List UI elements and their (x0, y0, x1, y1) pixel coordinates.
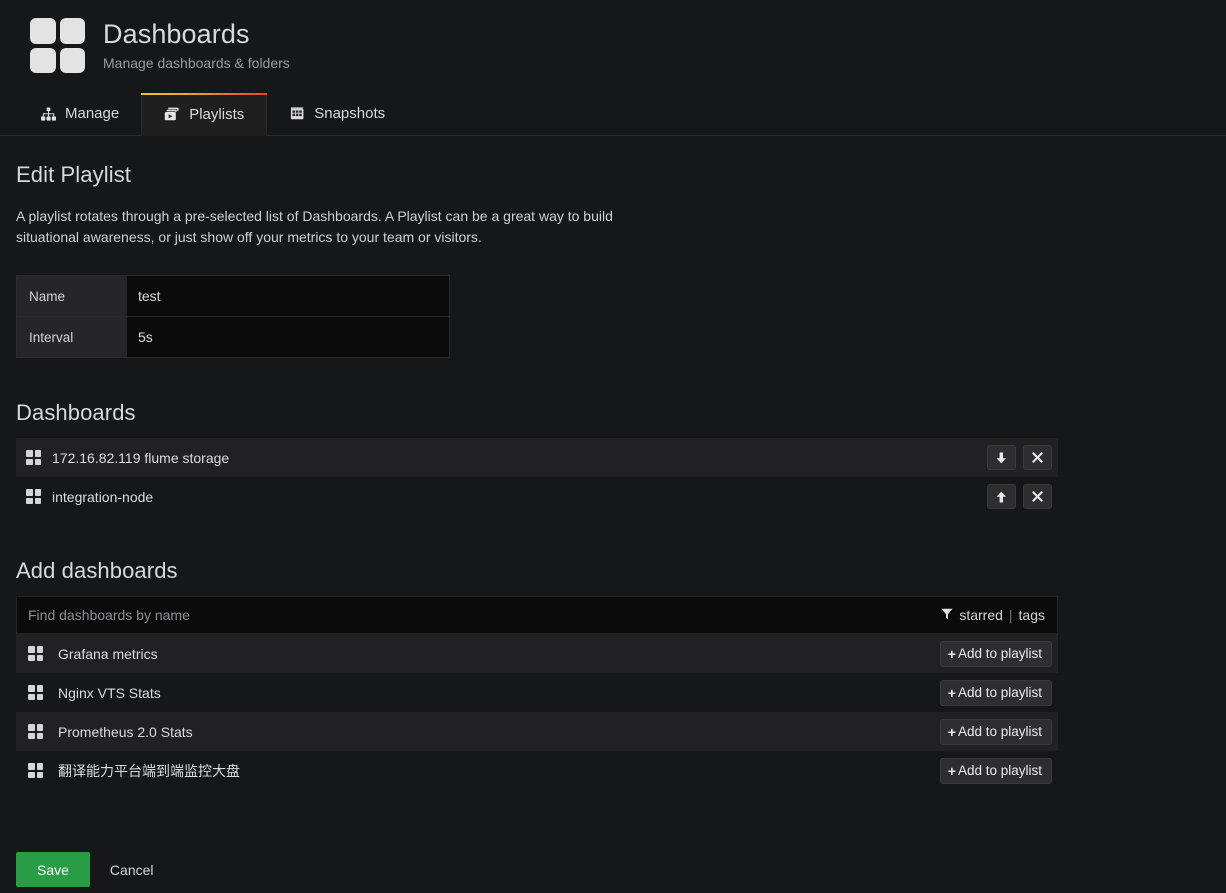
main-content: Edit Playlist A playlist rotates through… (0, 136, 1226, 893)
table-row: 172.16.82.119 flume storage (16, 438, 1058, 477)
list-item[interactable]: Grafana metrics + Add to playlist (16, 634, 1058, 673)
add-to-playlist-button[interactable]: + Add to playlist (940, 680, 1052, 706)
tab-manage[interactable]: Manage (18, 92, 141, 135)
cancel-button[interactable]: Cancel (104, 852, 160, 887)
playlist-item-label: 172.16.82.119 flume storage (52, 450, 987, 466)
tab-playlists-label: Playlists (189, 106, 244, 123)
grid-2x2-icon (26, 450, 41, 465)
row-actions (987, 445, 1052, 470)
sitemap-icon (40, 106, 56, 122)
tab-bar: Manage Playlists (0, 92, 1226, 136)
playlist-dashboard-list: 172.16.82.119 flume storage integration-… (16, 438, 1058, 516)
result-label: Nginx VTS Stats (58, 685, 940, 701)
row-actions (987, 484, 1052, 509)
page-subtitle: Manage dashboards & folders (103, 55, 290, 71)
grid-2x2-icon (28, 763, 43, 778)
list-item[interactable]: 翻译能力平台端到端监控大盘 + Add to playlist (16, 751, 1058, 790)
dashboard-search-results: Grafana metrics + Add to playlist Nginx … (16, 634, 1058, 790)
add-to-playlist-label: Add to playlist (958, 685, 1042, 700)
plus-icon: + (948, 686, 956, 700)
camera-icon (289, 106, 305, 122)
tab-snapshots-label: Snapshots (314, 105, 385, 122)
edit-playlist-heading: Edit Playlist (16, 162, 1196, 188)
plus-icon: + (948, 725, 956, 739)
search-input[interactable] (28, 597, 941, 633)
close-icon[interactable] (1023, 445, 1052, 470)
table-row: integration-node (16, 477, 1058, 516)
filter-separator: | (1009, 607, 1013, 623)
playlist-icon (164, 106, 180, 122)
grid-2x2-icon (28, 685, 43, 700)
page-title: Dashboards (103, 18, 290, 52)
grid-2x2-icon (30, 18, 85, 73)
close-icon[interactable] (1023, 484, 1052, 509)
filter-icon (941, 607, 953, 623)
plus-icon: + (948, 764, 956, 778)
add-to-playlist-label: Add to playlist (958, 763, 1042, 778)
header-title-block: Dashboards Manage dashboards & folders (103, 14, 290, 71)
add-to-playlist-button[interactable]: + Add to playlist (940, 758, 1052, 784)
dashboard-search-bar: starred | tags (16, 596, 1058, 634)
form-row-interval: Interval (16, 316, 450, 358)
list-item[interactable]: Prometheus 2.0 Stats + Add to playlist (16, 712, 1058, 751)
filter-starred-link[interactable]: starred (959, 607, 1003, 623)
tab-snapshots[interactable]: Snapshots (267, 92, 407, 135)
dashboards-heading: Dashboards (16, 400, 1196, 426)
add-to-playlist-label: Add to playlist (958, 646, 1042, 661)
name-input[interactable] (127, 276, 449, 316)
filter-tags-link[interactable]: tags (1019, 607, 1045, 623)
add-to-playlist-button[interactable]: + Add to playlist (940, 719, 1052, 745)
search-filters: starred | tags (941, 607, 1045, 623)
arrow-down-icon[interactable] (987, 445, 1016, 470)
name-label: Name (17, 276, 127, 316)
page-header: Dashboards Manage dashboards & folders (0, 0, 1226, 73)
form-row-name: Name (16, 275, 450, 316)
result-label: Grafana metrics (58, 646, 940, 662)
tab-manage-label: Manage (65, 105, 119, 122)
add-to-playlist-button[interactable]: + Add to playlist (940, 641, 1052, 667)
add-to-playlist-label: Add to playlist (958, 724, 1042, 739)
save-button[interactable]: Save (16, 852, 90, 887)
result-label: Prometheus 2.0 Stats (58, 724, 940, 740)
footer-actions: Save Cancel (16, 852, 1196, 893)
grid-2x2-icon (26, 489, 41, 504)
grid-2x2-icon (28, 646, 43, 661)
grid-2x2-icon (28, 724, 43, 739)
arrow-up-icon[interactable] (987, 484, 1016, 509)
add-dashboards-heading: Add dashboards (16, 558, 1196, 584)
interval-input[interactable] (127, 317, 449, 357)
edit-playlist-description: A playlist rotates through a pre-selecte… (16, 206, 656, 248)
interval-label: Interval (17, 317, 127, 357)
tab-playlists[interactable]: Playlists (141, 93, 267, 136)
plus-icon: + (948, 647, 956, 661)
result-label: 翻译能力平台端到端监控大盘 (58, 761, 940, 781)
playlist-item-label: integration-node (52, 489, 987, 505)
playlist-form: Name Interval (16, 275, 450, 358)
list-item[interactable]: Nginx VTS Stats + Add to playlist (16, 673, 1058, 712)
